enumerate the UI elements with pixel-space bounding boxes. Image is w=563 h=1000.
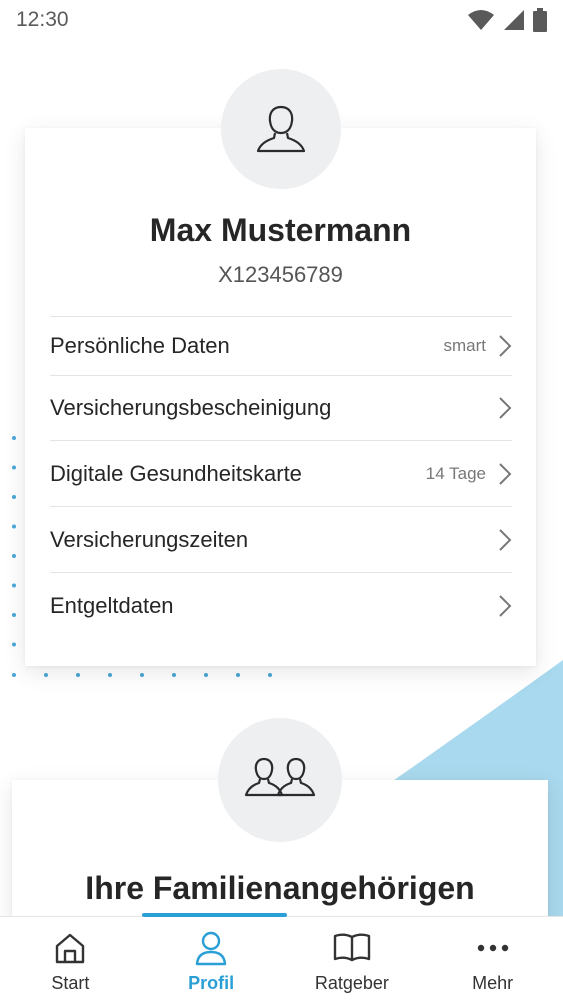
nav-item-mehr[interactable]: Mehr xyxy=(422,917,563,1000)
menu-item-versicherungszeiten[interactable]: Versicherungszeiten xyxy=(50,507,512,573)
family-avatar xyxy=(218,718,342,842)
status-time: 12:30 xyxy=(16,8,69,31)
nav-item-start[interactable]: Start xyxy=(0,917,141,1000)
nav-item-ratgeber[interactable]: Ratgeber xyxy=(282,917,423,1000)
nav-item-profil[interactable]: Profil xyxy=(141,917,282,1000)
book-icon xyxy=(333,933,371,962)
decorative-dot xyxy=(140,673,144,677)
decorative-dot xyxy=(12,642,16,647)
menu-item-versicherungsbescheinigung[interactable]: Versicherungsbescheinigung xyxy=(50,376,512,441)
decorative-dot xyxy=(12,436,16,440)
decorative-dot xyxy=(12,465,16,470)
chevron-right-icon xyxy=(499,528,512,551)
bottom-navigation: Start Profil Ratgeber Mehr xyxy=(0,913,563,1000)
menu-item-entgeltdaten[interactable]: Entgeltdaten xyxy=(50,573,512,639)
person-icon xyxy=(195,931,227,966)
more-icon xyxy=(477,944,508,952)
menu-item-persoenliche-daten[interactable]: Persönliche Daten smart xyxy=(50,317,512,376)
profile-menu: Persönliche Daten smart Versicherungsbes… xyxy=(50,316,512,639)
decorative-dot xyxy=(236,673,240,677)
decorative-dot xyxy=(12,673,16,677)
decorative-dot xyxy=(172,673,176,677)
decorative-dot xyxy=(204,673,208,677)
menu-item-label: Versicherungsbescheinigung xyxy=(50,395,332,420)
wifi-icon xyxy=(468,10,494,30)
nav-item-label: Profil xyxy=(188,973,235,993)
decorative-dot xyxy=(268,673,272,677)
profile-id: X123456789 xyxy=(218,262,343,287)
decorative-dot xyxy=(12,554,16,558)
family-title: Ihre Familienangehörigen xyxy=(85,870,475,906)
profile-name: Max Mustermann xyxy=(149,212,412,248)
chevron-right-icon xyxy=(499,595,512,617)
decorative-dot xyxy=(12,583,16,588)
nav-item-label: Start xyxy=(51,973,90,993)
signal-icon xyxy=(504,10,524,30)
decorative-dot xyxy=(108,673,112,677)
menu-item-badge: 14 Tage xyxy=(425,463,486,483)
decorative-dot xyxy=(76,673,80,677)
decorative-dot xyxy=(44,673,48,677)
nav-item-label: Ratgeber xyxy=(314,973,389,993)
profile-avatar xyxy=(221,69,341,189)
battery-icon xyxy=(533,8,547,32)
home-icon xyxy=(56,933,85,964)
menu-item-digitale-gesundheitskarte[interactable]: Digitale Gesundheitskarte 14 Tage xyxy=(50,441,512,507)
nav-item-label: Mehr xyxy=(472,973,514,993)
decorative-dot xyxy=(12,495,16,499)
menu-item-label: Persönliche Daten xyxy=(50,333,230,358)
menu-item-badge: smart xyxy=(443,336,487,355)
decorative-dot xyxy=(12,524,16,529)
chevron-right-icon xyxy=(499,397,512,419)
chevron-right-icon xyxy=(499,335,512,357)
chevron-right-icon xyxy=(499,462,512,485)
status-bar: 12:30 xyxy=(0,0,563,40)
person-icon xyxy=(256,105,306,153)
menu-item-label: Entgeltdaten xyxy=(50,593,174,618)
people-icon xyxy=(244,757,316,797)
status-icons xyxy=(467,8,547,32)
decorative-dot xyxy=(12,613,16,617)
menu-item-label: Digitale Gesundheitskarte xyxy=(50,460,302,486)
menu-item-label: Versicherungszeiten xyxy=(50,526,249,552)
active-tab-indicator xyxy=(142,913,287,917)
